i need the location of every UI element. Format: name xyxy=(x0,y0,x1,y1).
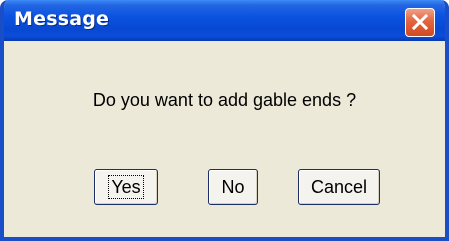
dialog-title: Message xyxy=(14,8,110,30)
close-button[interactable] xyxy=(405,8,435,37)
no-button-label: No xyxy=(221,177,245,197)
yes-button[interactable]: Yes xyxy=(94,169,158,205)
title-bar[interactable]: Message xyxy=(4,0,445,41)
dialog-message: Do you want to add gable ends ? xyxy=(92,90,357,110)
message-dialog: Message Do you want to add gable ends ? … xyxy=(0,0,449,241)
cancel-button[interactable]: Cancel xyxy=(298,169,380,205)
cancel-button-label: Cancel xyxy=(310,177,368,197)
yes-button-label: Yes xyxy=(108,175,144,199)
no-button[interactable]: No xyxy=(208,169,258,205)
close-icon xyxy=(411,13,429,31)
